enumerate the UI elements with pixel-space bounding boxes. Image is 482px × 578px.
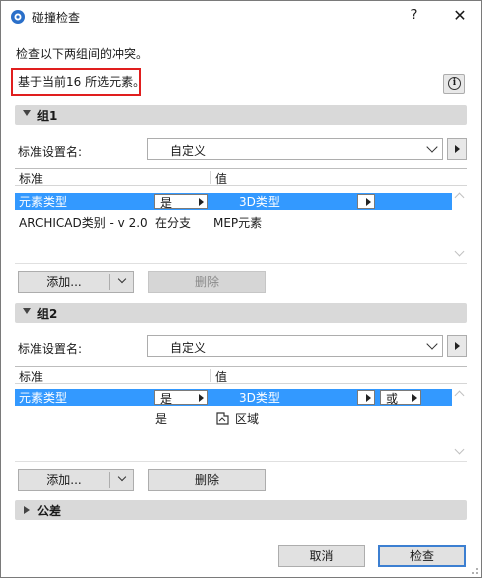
value-cell: 3D类型	[239, 391, 280, 405]
arrow-right-icon	[199, 198, 204, 206]
group2-add-button[interactable]: 添加...	[18, 469, 134, 491]
chevron-down-icon	[426, 338, 438, 350]
scroll-down-icon	[454, 246, 465, 257]
column-value: 值	[215, 172, 228, 186]
resize-grip-icon[interactable]	[469, 565, 479, 575]
group2-title: 组2	[37, 307, 58, 321]
scrollbar[interactable]	[453, 186, 467, 263]
group1-criteria-table: 标准 值 元素类型 是 3D类型 ARCHICAD类别 - v 2.0 在分支 …	[15, 168, 467, 264]
collapse-triangle-icon	[23, 110, 31, 116]
group2-header[interactable]: 组2	[15, 303, 467, 323]
group2-preset-dropdown[interactable]: 自定义	[147, 335, 443, 357]
expand-triangle-icon	[24, 506, 30, 514]
group1-preset-dropdown[interactable]: 自定义	[147, 138, 443, 160]
archicad-app-icon	[11, 10, 25, 24]
column-value: 值	[215, 370, 228, 384]
criterion-cell: 元素类型	[19, 391, 68, 405]
table-row[interactable]: 元素类型 是 3D类型 或	[15, 389, 452, 406]
arrow-right-icon	[366, 394, 371, 402]
operator-value: 是	[160, 392, 173, 406]
value-cell: 区域	[235, 412, 260, 426]
operator-select[interactable]: 是	[154, 194, 208, 210]
value-cell: 3D类型	[239, 195, 280, 209]
intro-text: 检查以下两组间的冲突。	[16, 47, 149, 61]
value-menu-button[interactable]	[357, 390, 375, 405]
column-criterion: 标准	[19, 172, 44, 186]
table-row[interactable]: 元素类型 是 3D类型	[15, 193, 452, 210]
add-button-label: 添加...	[46, 275, 82, 289]
group2-criteria-table: 标准 值 元素类型 是 3D类型 或 是 区域	[15, 366, 467, 462]
arrow-right-icon	[412, 394, 417, 402]
group1-preset-value: 自定义	[170, 144, 207, 158]
logic-value: 或	[386, 392, 399, 406]
value-menu-button[interactable]	[357, 194, 375, 209]
value-cell: MEP元素	[213, 216, 263, 230]
chevron-down-icon	[117, 274, 127, 284]
tolerance-header[interactable]: 公差	[15, 500, 467, 520]
table-header: 标准 值	[15, 367, 467, 384]
group1-delete-button[interactable]: 删除	[148, 271, 266, 293]
help-button[interactable]: ?	[401, 4, 427, 28]
group1-preset-label: 标准设置名:	[18, 145, 83, 159]
arrow-right-icon	[366, 198, 371, 206]
chevron-down-icon	[426, 141, 438, 153]
check-button[interactable]: 检查	[378, 545, 466, 567]
arrow-right-icon	[455, 145, 460, 153]
selection-basis-text: 基于当前16 所选元素。	[18, 75, 146, 89]
title-bar: 碰撞检查 ? ✕	[1, 1, 481, 32]
logic-select[interactable]: 或	[380, 390, 421, 406]
group2-delete-button[interactable]: 删除	[148, 469, 266, 491]
column-criterion: 标准	[19, 370, 44, 384]
scroll-up-icon	[454, 390, 465, 401]
window-title: 碰撞检查	[32, 11, 81, 25]
close-button[interactable]: ✕	[445, 4, 475, 28]
operator-select[interactable]: 是	[154, 390, 208, 406]
tolerance-title: 公差	[37, 504, 62, 518]
group1-header[interactable]: 组1	[15, 105, 467, 125]
arrow-right-icon	[199, 394, 204, 402]
group2-preset-label: 标准设置名:	[18, 342, 83, 356]
zone-icon	[216, 412, 229, 425]
cancel-button[interactable]: 取消	[278, 545, 365, 567]
scroll-down-icon	[454, 444, 465, 455]
chevron-down-icon	[117, 472, 127, 482]
criterion-cell: ARCHICAD类别 - v 2.0	[19, 216, 148, 230]
operator-cell: 是	[155, 412, 168, 426]
group2-preset-value: 自定义	[170, 341, 207, 355]
scrollbar[interactable]	[453, 384, 467, 461]
clash-detection-dialog: 碰撞检查 ? ✕ 检查以下两组间的冲突。 基于当前16 所选元素。 i 组1 标…	[0, 0, 482, 578]
operator-value: 是	[160, 196, 173, 210]
operator-cell: 在分支	[155, 216, 192, 230]
group1-preset-menu-button[interactable]	[447, 138, 467, 160]
group1-add-button[interactable]: 添加...	[18, 271, 134, 293]
scroll-up-icon	[454, 192, 465, 203]
group1-title: 组1	[37, 109, 58, 123]
arrow-right-icon	[455, 342, 460, 350]
add-button-label: 添加...	[46, 473, 82, 487]
table-header: 标准 值	[15, 169, 467, 186]
group2-preset-menu-button[interactable]	[447, 335, 467, 357]
collapse-triangle-icon	[23, 308, 31, 314]
info-icon: i	[448, 77, 461, 90]
table-row[interactable]: 是 区域	[15, 410, 452, 427]
info-button[interactable]: i	[443, 74, 465, 94]
table-row[interactable]: ARCHICAD类别 - v 2.0 在分支 MEP元素	[15, 214, 452, 231]
criterion-cell: 元素类型	[19, 195, 68, 209]
